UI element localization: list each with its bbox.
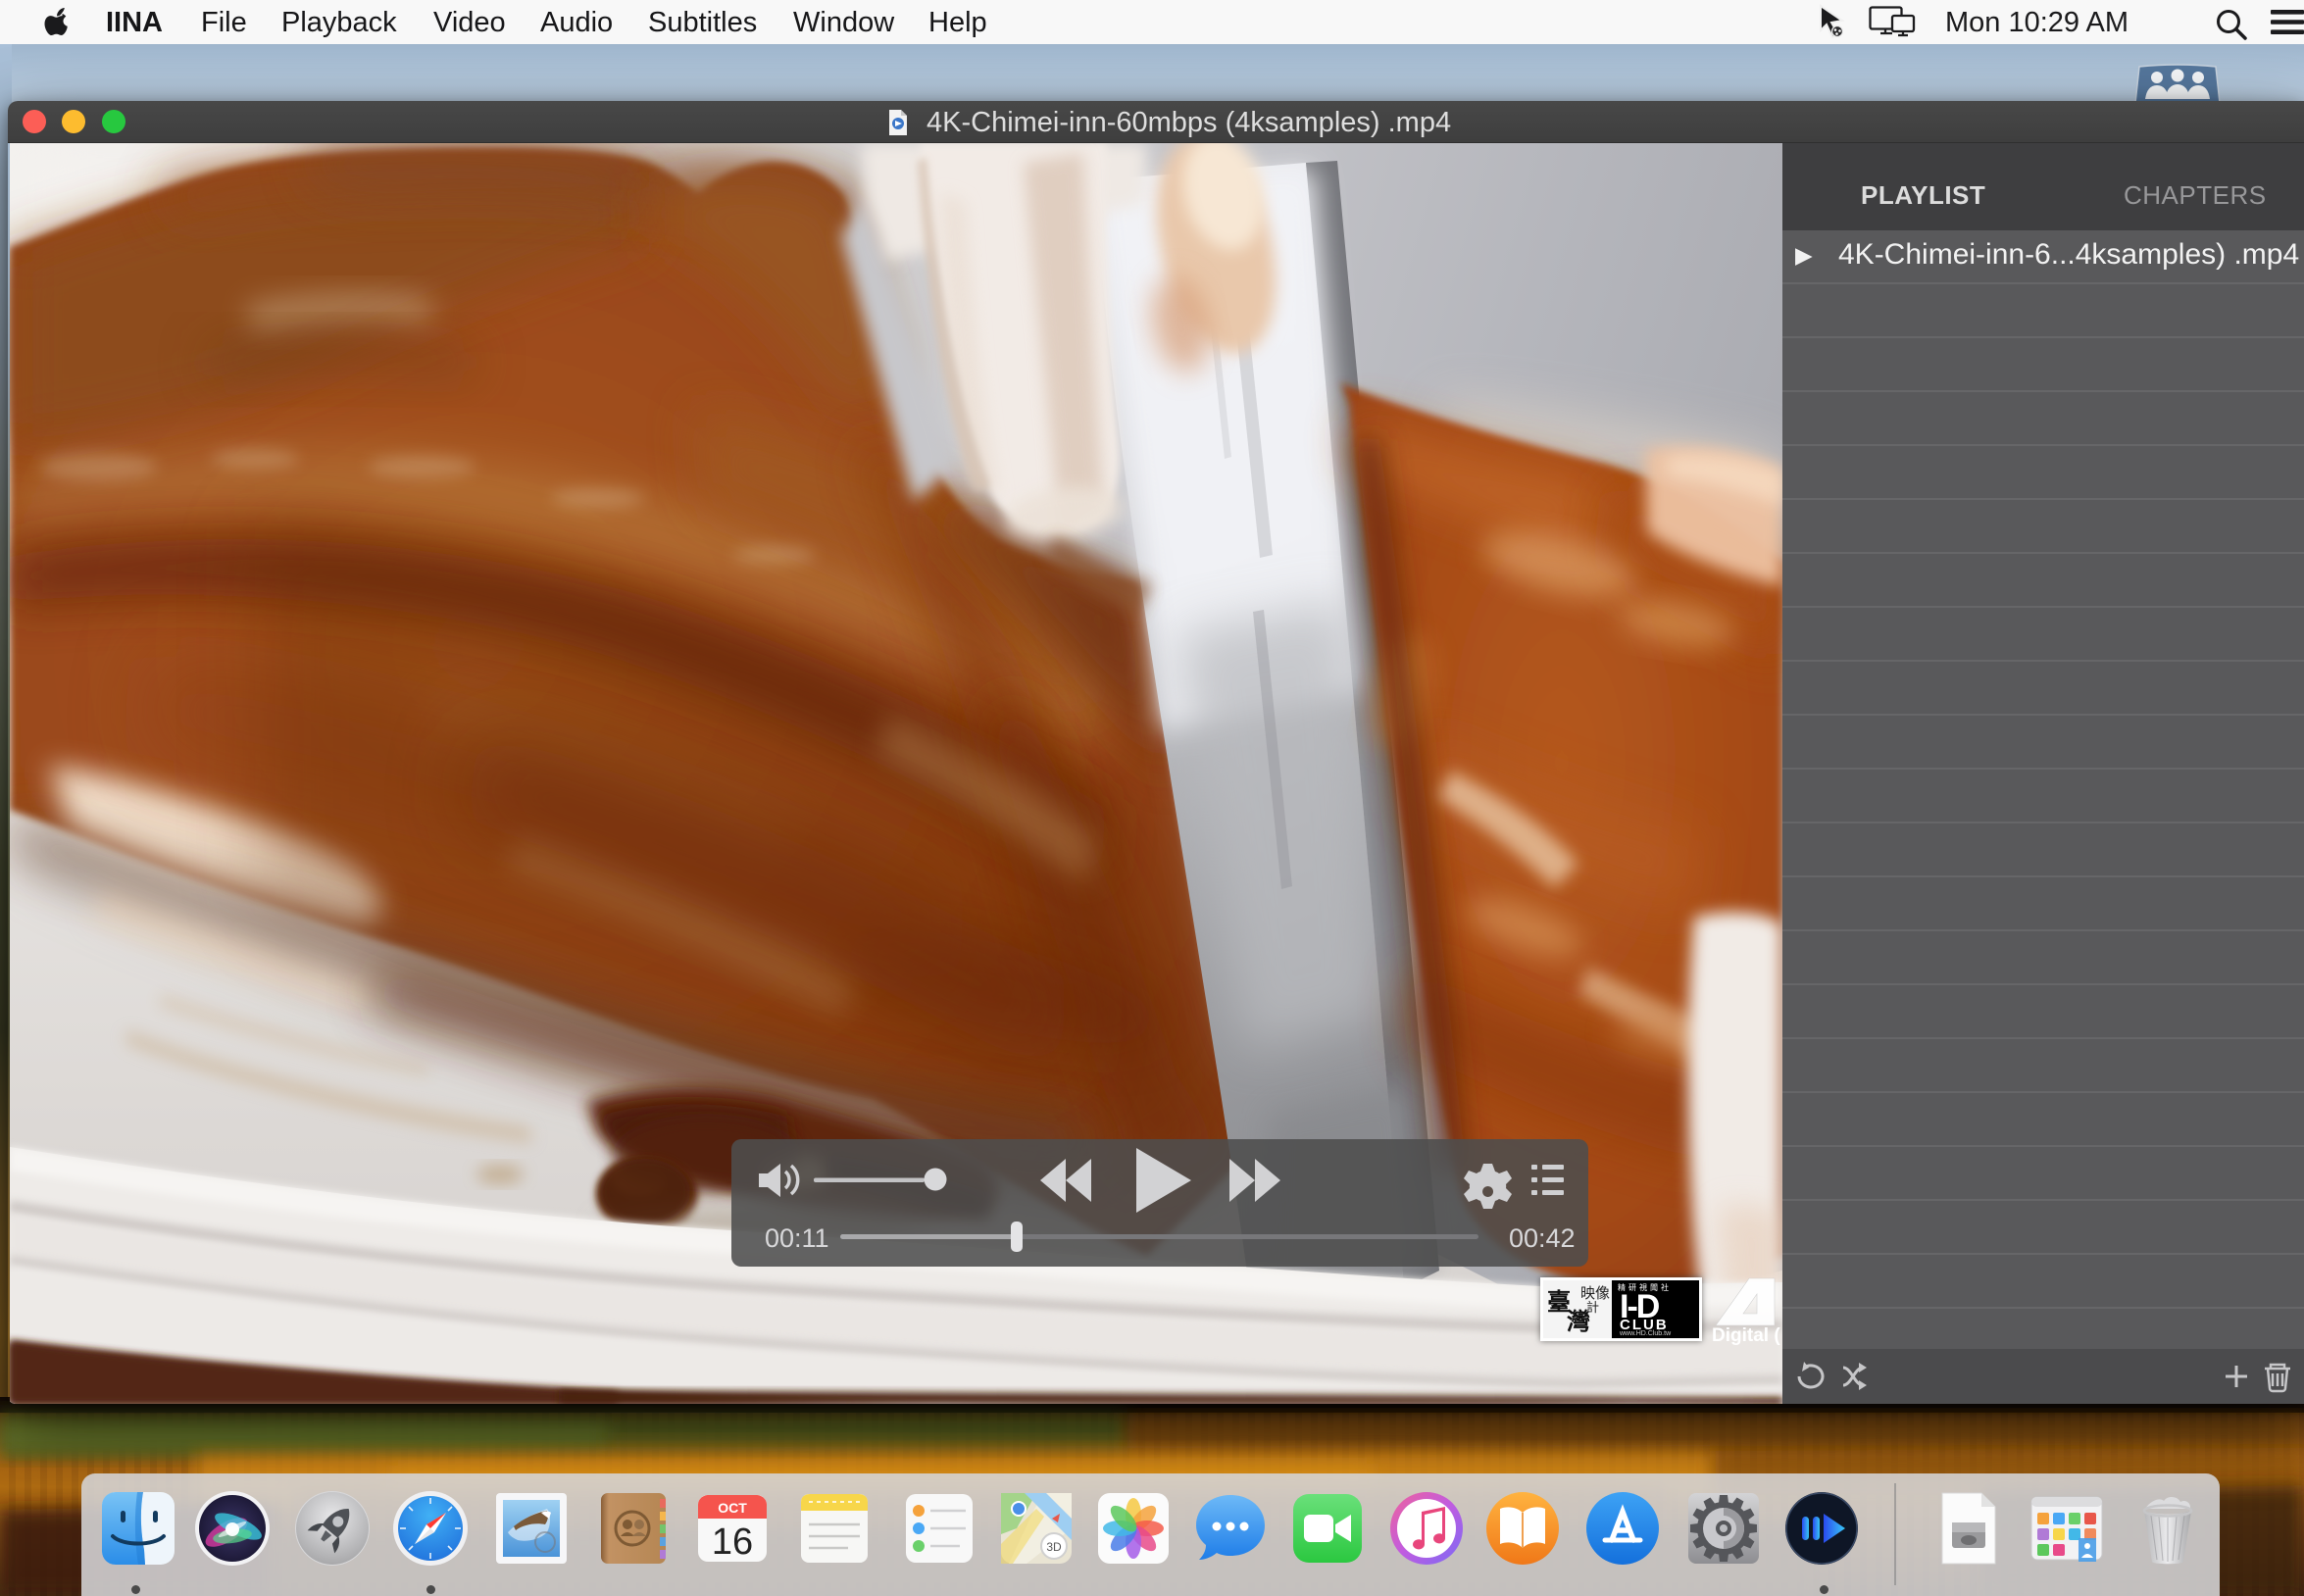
svg-text:3D: 3D: [1046, 1540, 1062, 1554]
svg-text:Digital (: Digital (: [1712, 1325, 1780, 1345]
svg-text:00:11: 00:11: [765, 1223, 829, 1253]
svg-text:OCT: OCT: [718, 1500, 747, 1516]
svg-text:00:42: 00:42: [1509, 1223, 1576, 1253]
svg-text:16: 16: [712, 1521, 753, 1563]
